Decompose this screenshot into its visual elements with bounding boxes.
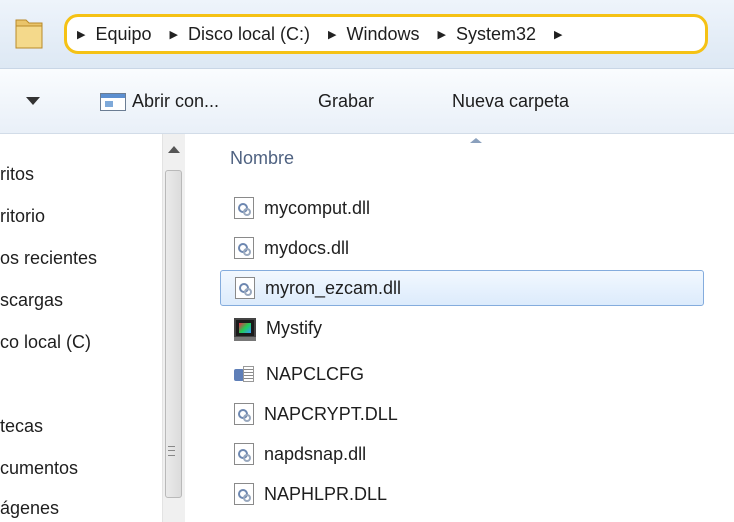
nav-item-label: cumentos bbox=[0, 458, 79, 478]
dll-file-icon bbox=[234, 403, 254, 425]
breadcrumb-item-disco-local[interactable]: ▶ Disco local (C:) bbox=[170, 24, 311, 45]
breadcrumb-item-system32[interactable]: ▶ System32 bbox=[438, 24, 537, 45]
file-name: NAPCRYPT.DLL bbox=[264, 403, 398, 424]
breadcrumb-item-windows[interactable]: ▶ Windows bbox=[328, 24, 420, 45]
file-name: napdsnap.dll bbox=[264, 443, 367, 464]
file-row[interactable]: NAPHLPR.DLL bbox=[220, 476, 560, 512]
file-list: Nombre mycomput.dll mydocs.dll myron_ezc… bbox=[186, 134, 734, 522]
file-name: myron_ezcam.dll bbox=[265, 277, 402, 298]
breadcrumb-item-equipo[interactable]: ▶ Equipo bbox=[77, 24, 152, 45]
open-with-label: Abrir con... bbox=[132, 91, 220, 111]
nav-item-label: tecas bbox=[0, 416, 44, 436]
config-app-icon bbox=[234, 363, 256, 385]
file-row[interactable]: mycomput.dll bbox=[220, 190, 560, 226]
burn-button[interactable]: Grabar bbox=[318, 91, 374, 112]
nav-item-label: ritorio bbox=[0, 206, 46, 226]
dll-file-icon bbox=[234, 197, 254, 219]
new-folder-label: Nueva carpeta bbox=[452, 91, 570, 111]
nav-item-label: os recientes bbox=[0, 248, 98, 268]
nav-item-label: scargas bbox=[0, 290, 64, 310]
file-row-selected[interactable]: myron_ezcam.dll bbox=[220, 270, 704, 306]
nav-item-bibliotecas[interactable]: tecas bbox=[0, 416, 160, 437]
nav-item-favoritos[interactable]: ritos bbox=[0, 164, 160, 185]
dll-file-icon bbox=[234, 237, 254, 259]
command-bar: Abrir con... Grabar Nueva carpeta bbox=[0, 69, 734, 134]
file-name: mycomput.dll bbox=[264, 197, 371, 218]
chevron-right-icon[interactable]: ▶ bbox=[438, 28, 446, 41]
chevron-right-icon[interactable]: ▶ bbox=[77, 28, 85, 41]
open-with-icon bbox=[100, 92, 126, 111]
file-name: mydocs.dll bbox=[264, 237, 350, 258]
file-row[interactable]: Mystify bbox=[220, 310, 560, 346]
breadcrumb-label: Equipo bbox=[95, 23, 152, 44]
folder-icon bbox=[15, 19, 43, 49]
column-header-name[interactable]: Nombre bbox=[230, 148, 294, 169]
file-row[interactable]: NAPCRYPT.DLL bbox=[220, 396, 560, 432]
breadcrumb-label: Disco local (C:) bbox=[188, 23, 311, 44]
screensaver-icon bbox=[234, 318, 256, 341]
breadcrumb-label: System32 bbox=[456, 23, 537, 44]
open-with-button[interactable]: Abrir con... bbox=[100, 91, 219, 112]
nav-item-label: ágenes bbox=[0, 498, 60, 518]
sort-ascending-icon bbox=[470, 138, 482, 143]
dll-file-icon bbox=[235, 277, 255, 299]
nav-scrollbar[interactable] bbox=[162, 134, 185, 522]
new-folder-button[interactable]: Nueva carpeta bbox=[452, 91, 569, 112]
chevron-down-icon[interactable] bbox=[26, 97, 40, 105]
nav-item-label: co local (C) bbox=[0, 332, 92, 352]
file-row[interactable]: NAPCLCFG bbox=[220, 356, 560, 392]
nav-item-escritorio[interactable]: ritorio bbox=[0, 206, 160, 227]
nav-item-imagenes[interactable]: ágenes bbox=[0, 498, 160, 519]
dll-file-icon bbox=[234, 443, 254, 465]
grip-icon bbox=[168, 446, 175, 456]
file-name: NAPCLCFG bbox=[266, 363, 365, 384]
file-row[interactable]: mydocs.dll bbox=[220, 230, 560, 266]
breadcrumb-label: Windows bbox=[346, 23, 420, 44]
file-row[interactable]: napdsnap.dll bbox=[220, 436, 560, 472]
nav-item-sitios-recientes[interactable]: os recientes bbox=[0, 248, 160, 269]
breadcrumb[interactable]: ▶ Equipo ▶ Disco local (C:) ▶ Windows ▶ Syst… bbox=[64, 14, 708, 54]
nav-item-label: ritos bbox=[0, 164, 35, 184]
chevron-right-icon[interactable]: ▶ bbox=[328, 28, 336, 41]
nav-item-descargas[interactable]: scargas bbox=[0, 290, 160, 311]
burn-label: Grabar bbox=[318, 91, 375, 111]
nav-item-disco-local[interactable]: co local (C) bbox=[0, 332, 160, 353]
file-name: NAPHLPR.DLL bbox=[264, 483, 388, 504]
scroll-up-icon[interactable] bbox=[168, 146, 180, 153]
nav-item-documentos[interactable]: cumentos bbox=[0, 458, 160, 479]
address-bar-area: ▶ Equipo ▶ Disco local (C:) ▶ Windows ▶ Syst… bbox=[0, 0, 734, 69]
dll-file-icon bbox=[234, 483, 254, 505]
file-name: Mystify bbox=[266, 317, 322, 338]
chevron-right-icon[interactable]: ▶ bbox=[170, 28, 178, 41]
navigation-pane: ritos ritorio os recientes scargas co lo… bbox=[0, 134, 186, 522]
chevron-right-icon[interactable]: ▶ bbox=[554, 28, 562, 41]
